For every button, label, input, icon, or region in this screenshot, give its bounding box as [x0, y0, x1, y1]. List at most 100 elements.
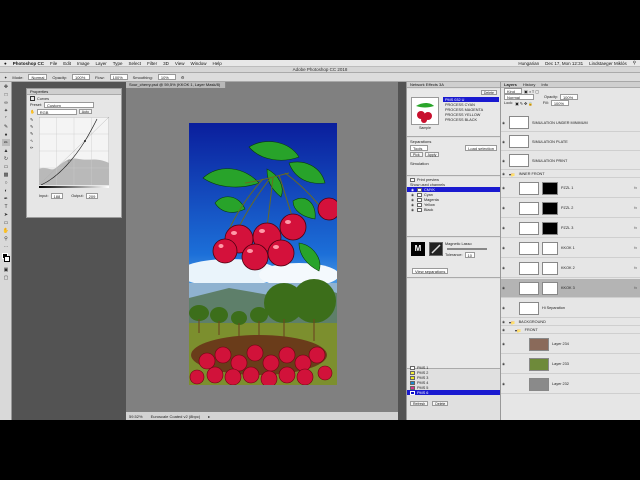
- eraser-icon[interactable]: ▭: [2, 163, 10, 170]
- status-arrow-icon[interactable]: ▸: [208, 414, 210, 419]
- color-profile[interactable]: Euroscale Coated v2 (8bpc): [151, 414, 201, 419]
- smoothing-field[interactable]: 10%: [157, 74, 176, 80]
- path-select-icon[interactable]: ➤: [2, 211, 10, 218]
- crop-tool-icon[interactable]: ⌜: [2, 115, 10, 122]
- preview-thumbnail[interactable]: [411, 97, 439, 125]
- fx-icon[interactable]: fx: [634, 206, 637, 210]
- clock[interactable]: Dec 17, Mon 12:31: [545, 61, 583, 66]
- tolerance-field[interactable]: 10: [464, 251, 475, 258]
- input-language[interactable]: Hungarian: [518, 61, 539, 66]
- tools-select[interactable]: Tools: [410, 144, 428, 151]
- layer-group-front[interactable]: ◉ ▾📁 FRONT: [501, 327, 640, 334]
- dodge-tool-icon[interactable]: ◐: [2, 187, 10, 194]
- layer-row-233[interactable]: ◉ Layer 233: [501, 355, 640, 374]
- menu-select[interactable]: Select: [129, 61, 142, 66]
- layer-row-kkok-2[interactable]: ◉ KKOK 2 fx: [501, 259, 640, 278]
- refresh-button[interactable]: Refresh: [410, 401, 429, 406]
- clone-stamp-icon[interactable]: ▲: [2, 147, 10, 154]
- marquee-tool-icon[interactable]: □: [2, 91, 10, 98]
- menu-app-name[interactable]: Photoshop CC: [13, 61, 44, 66]
- fx-icon[interactable]: fx: [634, 266, 637, 270]
- zoom-tool-icon[interactable]: ⚲: [2, 235, 10, 242]
- move-tool-icon[interactable]: ✥: [2, 83, 10, 90]
- output-field[interactable]: 209: [85, 192, 99, 199]
- eye-icon[interactable]: ◉: [501, 382, 506, 386]
- layer-row-sim-under[interactable]: ◉ SIMULATION UNDER MINIMUM: [501, 114, 640, 132]
- layer-group-background[interactable]: ◉ ▾📁 BACKGROUND: [501, 319, 640, 326]
- quick-mask-icon[interactable]: ▣: [2, 266, 10, 273]
- menu-window[interactable]: Window: [191, 61, 207, 66]
- marker-logo-icon[interactable]: M: [411, 242, 425, 256]
- layer-row-234[interactable]: ◉ Layer 234: [501, 335, 640, 354]
- print-preview-checkbox[interactable]: [410, 177, 415, 182]
- eye-icon[interactable]: ◉: [501, 186, 506, 190]
- eye-icon[interactable]: ◉: [501, 328, 506, 332]
- lasso-tool-icon[interactable]: ∞: [2, 99, 10, 106]
- lock-icons[interactable]: ▣ ✎ ✥ 🔒: [515, 101, 533, 106]
- eye-icon[interactable]: ◉: [501, 266, 506, 270]
- eye-icon[interactable]: ◉: [501, 140, 506, 144]
- layer-row-sim-print[interactable]: ◉ SIMULATION PRINT: [501, 152, 640, 170]
- opacity-field[interactable]: 100%: [72, 74, 91, 80]
- channel-select[interactable]: RGB: [36, 108, 77, 115]
- curves-graph[interactable]: [39, 117, 109, 185]
- eye-icon[interactable]: ◉: [501, 362, 506, 366]
- preset-select[interactable]: Custom: [44, 101, 95, 108]
- fx-icon[interactable]: fx: [634, 286, 637, 290]
- flow-field[interactable]: 100%: [109, 74, 128, 80]
- eyedropper-white-icon[interactable]: ✎: [30, 131, 35, 136]
- eyedropper-gray-icon[interactable]: ✎: [30, 124, 35, 129]
- hand-adjust-icon[interactable]: ✋: [30, 109, 35, 114]
- filter-icons[interactable]: ▣ ◑ T ▢: [524, 89, 539, 94]
- eye-icon[interactable]: ◉: [501, 159, 506, 163]
- eye-icon[interactable]: ◉: [501, 121, 506, 125]
- search-icon[interactable]: ⚲: [633, 60, 636, 66]
- menu-help[interactable]: Help: [213, 61, 222, 66]
- fx-icon[interactable]: fx: [634, 226, 637, 230]
- channel-row-black[interactable]: ◉ Black: [407, 207, 501, 212]
- fx-icon[interactable]: fx: [634, 246, 637, 250]
- history-brush-icon[interactable]: ↻: [2, 155, 10, 162]
- blend-mode-select[interactable]: Normal: [504, 94, 534, 100]
- layer-row-sim-plate[interactable]: ◉ SIMULATION PLATE: [501, 133, 640, 151]
- brush-tool-icon[interactable]: ✦: [4, 75, 7, 80]
- layer-mask-thumb[interactable]: [542, 221, 558, 235]
- eye-icon[interactable]: ◉: [501, 306, 506, 310]
- layer-group-inner-front[interactable]: ◉ ▾📁 INNER FRONT: [501, 171, 640, 178]
- tolerance-slider[interactable]: [447, 248, 487, 250]
- delete-spot-button[interactable]: Delete: [432, 401, 449, 406]
- menu-type[interactable]: Type: [113, 61, 123, 66]
- eyedropper-icon[interactable]: ✎: [2, 123, 10, 130]
- tab-history[interactable]: History: [523, 82, 535, 87]
- blur-tool-icon[interactable]: ○: [2, 179, 10, 186]
- zoom-level[interactable]: 59.52%: [129, 414, 143, 419]
- screen-mode-icon[interactable]: ▢: [2, 274, 10, 281]
- delete-button[interactable]: Delete: [480, 89, 497, 95]
- layer-mask-thumb[interactable]: [542, 241, 558, 255]
- menu-edit[interactable]: Edit: [63, 61, 71, 66]
- fill-field[interactable]: 100%: [550, 100, 569, 106]
- gradient-tool-icon[interactable]: ▩: [2, 171, 10, 178]
- gear-icon[interactable]: ⚙: [181, 75, 185, 80]
- magic-wand-icon[interactable]: ✦: [2, 107, 10, 114]
- input-field[interactable]: 188: [50, 192, 64, 199]
- fx-icon[interactable]: fx: [634, 186, 637, 190]
- auto-button[interactable]: Auto: [78, 109, 92, 114]
- eye-icon[interactable]: ◉: [501, 286, 506, 290]
- layer-row-232[interactable]: ◉ Layer 232: [501, 375, 640, 394]
- menu-file[interactable]: File: [50, 61, 57, 66]
- brush-tool-icon[interactable]: ✏: [2, 139, 10, 146]
- layer-row-kkok-3[interactable]: ◉ KKOK 3 fx: [501, 279, 640, 298]
- menu-layer[interactable]: Layer: [96, 61, 107, 66]
- apple-icon[interactable]: ●: [4, 61, 7, 66]
- mode-select[interactable]: Normal: [28, 74, 48, 80]
- more-tools-icon[interactable]: ⋯: [2, 243, 10, 250]
- eye-icon[interactable]: ◉: [501, 206, 506, 210]
- eye-icon[interactable]: ◉: [501, 226, 506, 230]
- document-tab[interactable]: Sour_cherry.psd @ 59,5% (KKOK 1, Layer M…: [126, 82, 226, 88]
- tab-info[interactable]: Info: [541, 82, 548, 87]
- tab-layers[interactable]: Layers: [504, 82, 517, 87]
- eye-icon[interactable]: ◉: [501, 172, 506, 176]
- eye-icon[interactable]: ◉: [501, 320, 506, 324]
- spot-item-6[interactable]: PMS 6: [407, 390, 501, 395]
